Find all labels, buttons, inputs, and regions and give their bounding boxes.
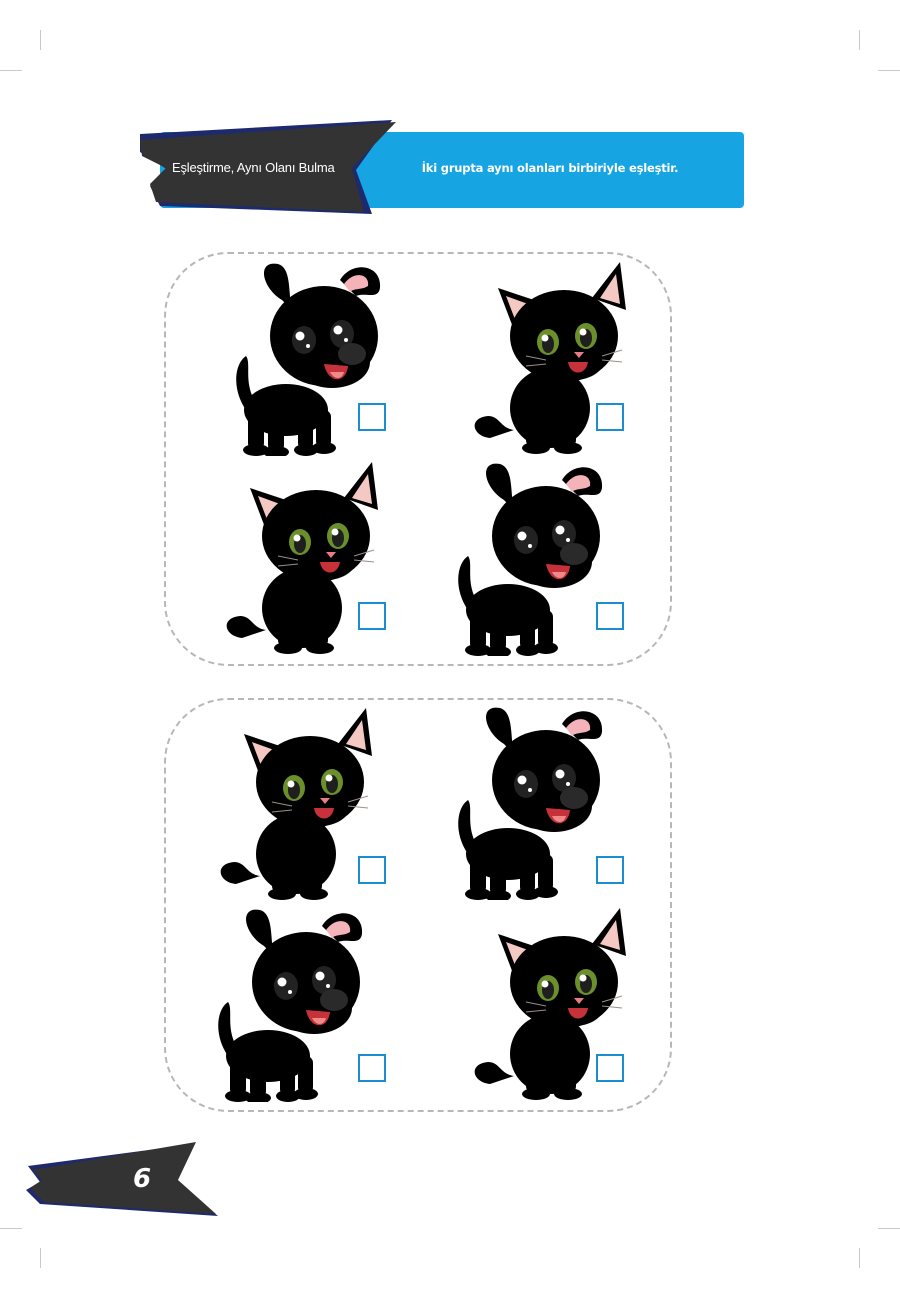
topic-label: Eşleştirme, Aynı Olanı Bulma bbox=[172, 160, 335, 175]
brown-dog-image bbox=[458, 463, 603, 656]
group-2-checkbox-tan-dog[interactable] bbox=[596, 856, 624, 884]
page-number-ribbon bbox=[26, 1142, 218, 1216]
group-1-checkbox-orange-cat[interactable] bbox=[358, 602, 386, 630]
brown-dog-image bbox=[218, 909, 363, 1102]
crop-mark bbox=[859, 30, 860, 50]
group-2-checkbox-brown-dog[interactable] bbox=[358, 1054, 386, 1082]
tan-dog-image bbox=[458, 707, 603, 900]
group-1-checkbox-lavender-cat[interactable] bbox=[596, 403, 624, 431]
page-number: 6 bbox=[132, 1164, 152, 1194]
crop-mark bbox=[859, 1248, 860, 1268]
crop-mark bbox=[40, 1248, 41, 1268]
group-2-checkbox-lavender-cat[interactable] bbox=[358, 856, 386, 884]
instruction-text: İki grupta aynı olanları birbiriyle eşle… bbox=[421, 161, 679, 175]
group-2-checkbox-orange-cat[interactable] bbox=[596, 1054, 624, 1082]
group-1-checkbox-brown-dog[interactable] bbox=[596, 602, 624, 630]
group-1-checkbox-tan-dog[interactable] bbox=[358, 403, 386, 431]
crop-mark bbox=[878, 70, 900, 71]
topic-ribbon-banner bbox=[140, 120, 396, 214]
crop-mark bbox=[878, 1228, 900, 1229]
lavender-cat-image bbox=[220, 707, 373, 900]
